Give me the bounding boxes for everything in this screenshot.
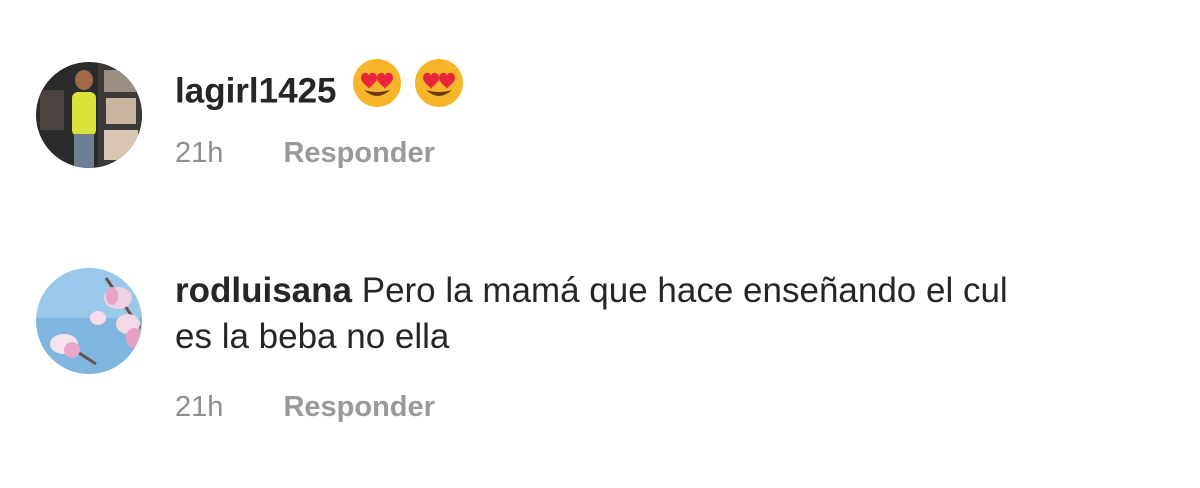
reply-button[interactable]: Responder (283, 391, 434, 424)
avatar[interactable] (36, 62, 142, 168)
comment-username[interactable]: rodluisana (175, 271, 352, 310)
comment-timestamp: 21h (175, 391, 224, 423)
heart-eyes-emoji-icon (352, 58, 402, 120)
comment-text: rodluisana Pero la mamá que hace enseñan… (175, 268, 1200, 314)
avatar[interactable] (36, 268, 142, 374)
heart-eyes-emoji-icon (414, 58, 464, 120)
comment-meta: 21h Responder (175, 137, 435, 170)
comment-meta: 21h Responder (175, 391, 435, 424)
comment-text: lagirl1425 (175, 59, 1200, 124)
comment-username[interactable]: lagirl1425 (175, 71, 337, 110)
reply-button[interactable]: Responder (283, 137, 434, 170)
comment-text-continuation: es la beba no ella (175, 317, 450, 356)
comment-message: Pero la mamá que hace enseñando el cul (361, 271, 1008, 310)
comment-timestamp: 21h (175, 137, 224, 169)
